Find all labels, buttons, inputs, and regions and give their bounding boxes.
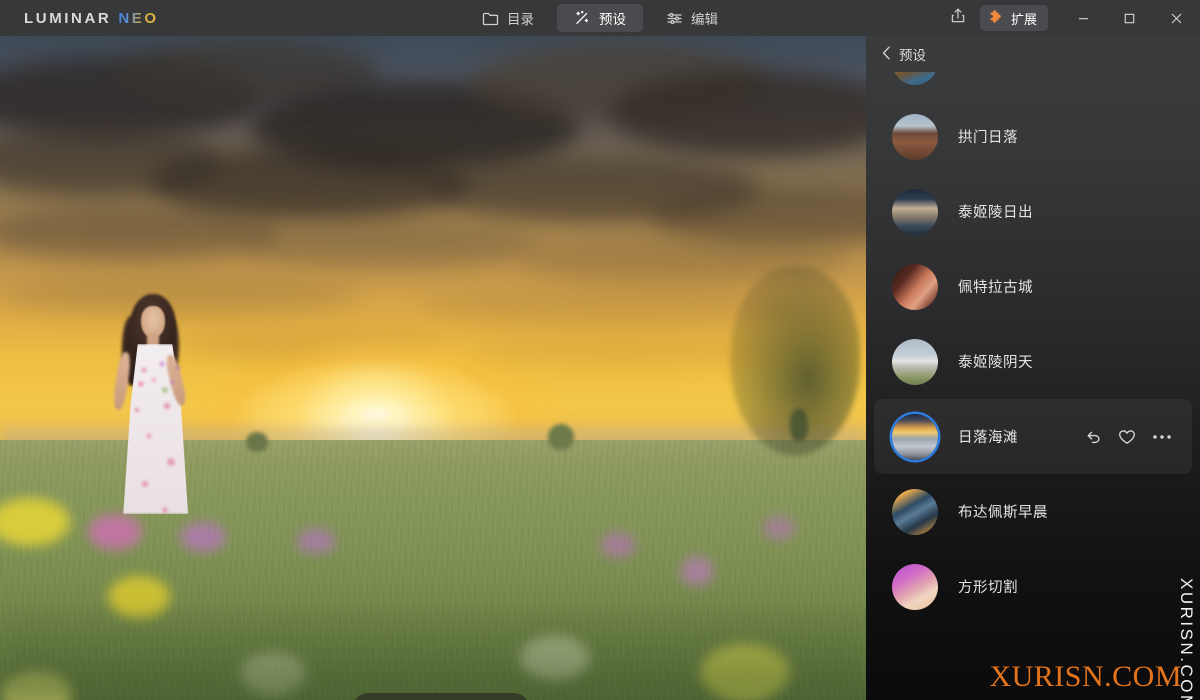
preset-row[interactable]: 缆车之旅: [874, 72, 1192, 99]
preset-row[interactable]: 拱门日落: [874, 99, 1192, 174]
preset-label: 布达佩斯早晨: [958, 505, 1048, 521]
preset-row[interactable]: 布达佩斯早晨: [874, 474, 1192, 549]
photo-canvas[interactable]: 17% 动作: [0, 36, 866, 700]
magic-wand-icon: [574, 10, 591, 26]
share-icon: [950, 7, 966, 29]
sidebar-title: 预设: [899, 48, 926, 63]
preset-label: 日落海滩: [958, 430, 1018, 446]
window-right-controls: 扩展: [936, 0, 1200, 36]
ellipsis-icon[interactable]: [1152, 434, 1172, 440]
flower-cluster-pink: [680, 556, 714, 586]
preset-label: 拱门日落: [958, 130, 1018, 146]
main-tab-bar: 目录 预设 编辑: [465, 4, 735, 32]
preset-thumbnail: [892, 72, 938, 85]
tab-catalog[interactable]: 目录: [465, 4, 551, 32]
sun-core: [340, 398, 412, 432]
preset-list-scroll-container: 缆车之旅拱门日落泰姬陵日出佩特拉古城泰姬陵阴天日落海滩布达佩斯早晨方形切割: [866, 72, 1200, 624]
extensions-label: 扩展: [1010, 11, 1037, 27]
minimize-button[interactable]: [1060, 0, 1106, 36]
watermark-horizontal: XURISN.COM: [989, 660, 1182, 693]
flower-cluster-pink: [180, 522, 226, 552]
preset-thumbnail: [892, 188, 938, 235]
extensions-button[interactable]: 扩展: [979, 5, 1048, 31]
luminar-neo-window: LUMINAR NEO 目录 预设 编辑 扩展 预设 拱门日落 泰姬陵日出 佩特…: [0, 0, 1200, 700]
preset-row[interactable]: 泰姬陵日出: [874, 174, 1192, 249]
sliders-icon: [666, 11, 683, 26]
tab-edit-label: 编辑: [691, 12, 718, 27]
preset-list[interactable]: 缆车之旅拱门日落泰姬陵日出佩特拉古城泰姬陵阴天日落海滩布达佩斯早晨方形切割: [866, 72, 1200, 700]
preset-thumbnail: [892, 563, 938, 610]
preset-label: 泰姬陵阴天: [958, 355, 1033, 371]
actions-menu-button[interactable]: 动作: [462, 693, 524, 700]
preset-thumbnail: [892, 338, 938, 385]
cloud-shape: [470, 336, 770, 368]
flower-bouquet: [132, 356, 198, 402]
preset-row[interactable]: 泰姬陵阴天: [874, 324, 1192, 399]
flower-cluster-pink: [296, 528, 336, 554]
close-button[interactable]: [1152, 0, 1200, 36]
flower-cluster-pink: [88, 514, 142, 550]
heart-icon[interactable]: [1118, 429, 1136, 445]
preview-toggle-button[interactable]: [358, 693, 400, 700]
preset-thumbnail: [892, 488, 938, 535]
presets-sidebar: 预设 缆车之旅拱门日落泰姬陵日出佩特拉古城泰姬陵阴天日落海滩布达佩斯早晨方形切割…: [866, 36, 1200, 700]
preset-label: 泰姬陵日出: [958, 205, 1033, 221]
large-shrub: [730, 266, 860, 456]
preset-thumbnail: [892, 263, 938, 310]
tab-presets[interactable]: 预设: [557, 4, 643, 32]
flower-cluster-pink: [762, 516, 796, 540]
preset-label: 佩特拉古城: [958, 280, 1033, 296]
tab-presets-label: 预设: [599, 12, 626, 27]
title-bar: LUMINAR NEO 目录 预设 编辑 扩展: [0, 0, 1200, 36]
logo-secondary-text: NEO: [118, 10, 159, 27]
preset-row-actions: [1085, 429, 1172, 445]
distant-tree: [246, 432, 268, 452]
app-logo: LUMINAR NEO: [24, 10, 159, 27]
folder-icon: [482, 11, 499, 26]
flower-cluster-pink: [600, 532, 636, 558]
tab-edit[interactable]: 编辑: [649, 4, 735, 32]
preset-thumbnail: [892, 413, 938, 460]
puzzle-piece-icon: [988, 9, 1005, 28]
share-button[interactable]: [936, 0, 980, 36]
foreground-blur: [0, 596, 866, 700]
canvas-bottom-toolbar: 17% 动作: [352, 693, 531, 700]
preset-label: 方形切割: [958, 580, 1018, 596]
sidebar-back-header[interactable]: 预设: [866, 36, 1200, 72]
preset-row[interactable]: 佩特拉古城: [874, 249, 1192, 324]
preset-thumbnail: [892, 113, 938, 160]
cloud-shape: [240, 222, 540, 268]
distant-tree: [548, 424, 574, 450]
zoom-level-control[interactable]: 17%: [400, 693, 462, 700]
woman-subject: [108, 294, 200, 514]
undo-arrow-icon[interactable]: [1085, 429, 1102, 444]
preset-row[interactable]: 方形切割: [874, 549, 1192, 624]
logo-primary-text: LUMINAR: [24, 10, 112, 27]
maximize-button[interactable]: [1106, 0, 1152, 36]
tab-catalog-label: 目录: [507, 12, 534, 27]
preset-row[interactable]: 日落海滩: [874, 399, 1192, 474]
chevron-left-icon: [882, 46, 891, 63]
